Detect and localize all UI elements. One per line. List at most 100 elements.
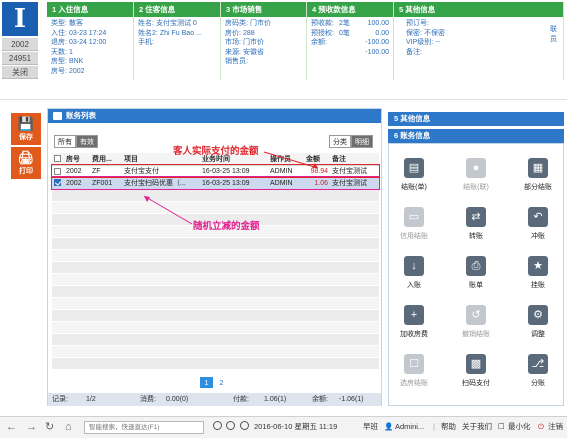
checkin-value: 03-24 12:00 [68,39,107,46]
datetime-text: 2016-06-10 星期五 11:19 [254,422,338,431]
market-row: 房价: 288 [225,29,302,39]
clock-icon[interactable] [213,417,224,437]
account-list-title: 账务列表 [66,111,96,120]
fn-button-receipt[interactable]: ▤ 结账(单) [393,151,435,197]
print-icon: 🖨 [17,150,35,165]
back-arrow-icon[interactable]: ← [6,417,17,437]
table-row[interactable]: 2002 ZF001 支付宝扫码优惠（... 16-03-25 13:09 ADMIN 1… [51,176,380,190]
select-all-header[interactable] [52,153,64,166]
fn-button-label: 挂账 [531,282,545,289]
fn-button-add-fee[interactable]: + 加收房费 [393,298,435,344]
col-code[interactable]: 费用... [90,153,122,166]
row-checkbox[interactable] [54,179,61,187]
checkin-label: 退房: [51,39,67,46]
coin-stack-icon: ▦ [528,158,548,178]
fn-button-reverse[interactable]: ↶ 冲账 [517,200,559,246]
about-link[interactable]: 关于我们 [462,417,492,437]
empty-row [52,309,379,322]
checkin-row: 房型: BNK [51,57,129,67]
other-info-row: VIP级别: -- [406,38,559,48]
view-detail-tab[interactable]: 明细 [351,135,373,148]
guest-value: 支付宝测试 0 [155,20,197,27]
close-tab[interactable]: 关闭 [2,66,38,79]
right-account-info-header[interactable]: 6 账务信息 [388,129,564,143]
help-link[interactable]: 帮助 [441,417,456,437]
current-user[interactable]: Admini... [395,417,424,437]
market-value: 安徽省 [242,48,264,56]
prepay-amount: 0.00 [375,29,389,37]
minimize-icon[interactable]: ☐ [498,417,505,437]
fn-button-deposit[interactable]: ↓ 入账 [393,249,435,295]
empty-row [52,273,379,286]
fn-button-hang[interactable]: ★ 挂账 [517,249,559,295]
fn-button-adjust[interactable]: ⚙ 调整 [517,298,559,344]
fn-button-split[interactable]: ⎇ 分账 [517,347,559,393]
fn-button-qr[interactable]: ▩ 扫码支付 [455,347,497,393]
fn-button-coins[interactable]: ● 结账(联) [455,151,497,197]
receipt-icon: ▤ [404,158,424,178]
checkin-panel-title: 1 入住信息 [47,2,133,17]
home-icon[interactable]: ⌂ [65,417,72,437]
guest-panel: 2 住客信息 姓名: 支付宝测试 0 姓名2: Zhi Fu Bao ... 手机: [134,2,221,80]
col-room[interactable]: 房号 [64,153,90,166]
account-list-panel: 账务列表 所有 有效 分类 明细 房号 费用... 项目 业务时间 操作员 金额… [47,108,382,406]
market-label: 来源: [225,48,241,56]
qr-icon: ▩ [466,354,486,374]
transfer-icon: ⇄ [466,207,486,227]
forward-arrow-icon[interactable]: → [26,417,37,437]
fn-button-label: 结账(联) [463,184,489,191]
smart-search-input[interactable] [84,421,204,434]
checkin-label: 房型: [51,58,67,65]
fn-button-coin-stack[interactable]: ▦ 部分结账 [517,151,559,197]
cell-amount: 1.06 [304,177,330,189]
save-button[interactable]: 💾 保存 [11,113,41,145]
other-info-panel-title: 5 其他信息 [394,2,563,17]
alarm-icon[interactable] [240,417,251,437]
page-1[interactable]: 1 [200,377,213,388]
account-list-header: 账务列表 [48,109,381,123]
print-button[interactable]: 🖨 打印 [11,147,41,179]
checkin-value: 03-23 17:24 [68,29,107,37]
page-2[interactable]: 2 [215,377,228,388]
view-category-tab[interactable]: 分类 [329,135,351,148]
select-all-checkbox[interactable] [54,155,61,163]
fn-button-printer[interactable]: ⎙ 账单 [455,249,497,295]
cell-note: 支付宝测试 [330,177,379,189]
fn-button-undo[interactable]: ↺ 撤销结账 [455,298,497,344]
row-checkbox[interactable] [54,167,61,175]
other-info-label: VIP级别: [406,39,434,46]
checkin-row: 房号: 2002 [51,67,129,77]
col-note[interactable]: 备注 [330,153,379,166]
annotation-arrow-red [263,151,319,169]
folio-tab-24951[interactable]: 24951 [2,52,38,65]
fn-button-label: 调整 [531,331,545,338]
settings-icon[interactable] [226,417,237,437]
guest-value: Zhi Fu Bao ... [159,29,202,37]
empty-row [52,357,379,370]
empty-row [52,237,379,250]
reverse-icon: ↶ [528,207,548,227]
fn-button-label: 冲账 [531,233,545,240]
table-row[interactable]: 2002 ZF 支付宝支付 16-03-25 13:09 ADMIN 98.94 支付宝测试 [51,164,380,178]
fn-button-card[interactable]: ▭ 信用结账 [393,200,435,246]
logout-icon[interactable]: ⏻ [538,417,544,437]
deposit-icon: ↓ [404,256,424,276]
checkin-value: BNK [68,58,84,65]
logout-link[interactable]: 注销 [548,417,563,437]
room-tab-2002[interactable]: 2002 [2,38,38,51]
guest-panel-title: 2 住客信息 [134,2,220,17]
other-info-label: 备注: [406,48,422,56]
room-select-icon: ☐ [404,354,424,374]
filter-valid-tab[interactable]: 有效 [76,135,98,148]
hang-icon: ★ [528,256,548,276]
market-row: 销售员: [225,57,302,67]
refresh-icon[interactable]: ↻ [45,417,54,437]
other-info-side-label: 联员 [550,26,557,43]
pay-label: 付款: [233,396,249,403]
fn-button-transfer[interactable]: ⇄ 转账 [455,200,497,246]
save-icon: 💾 [17,116,35,131]
filter-all-tab[interactable]: 所有 [54,135,76,148]
minimize-link[interactable]: 最小化 [508,417,531,437]
right-other-info-header[interactable]: 5 其他信息 [388,112,564,126]
fn-button-room-select[interactable]: ☐ 选房结账 [393,347,435,393]
